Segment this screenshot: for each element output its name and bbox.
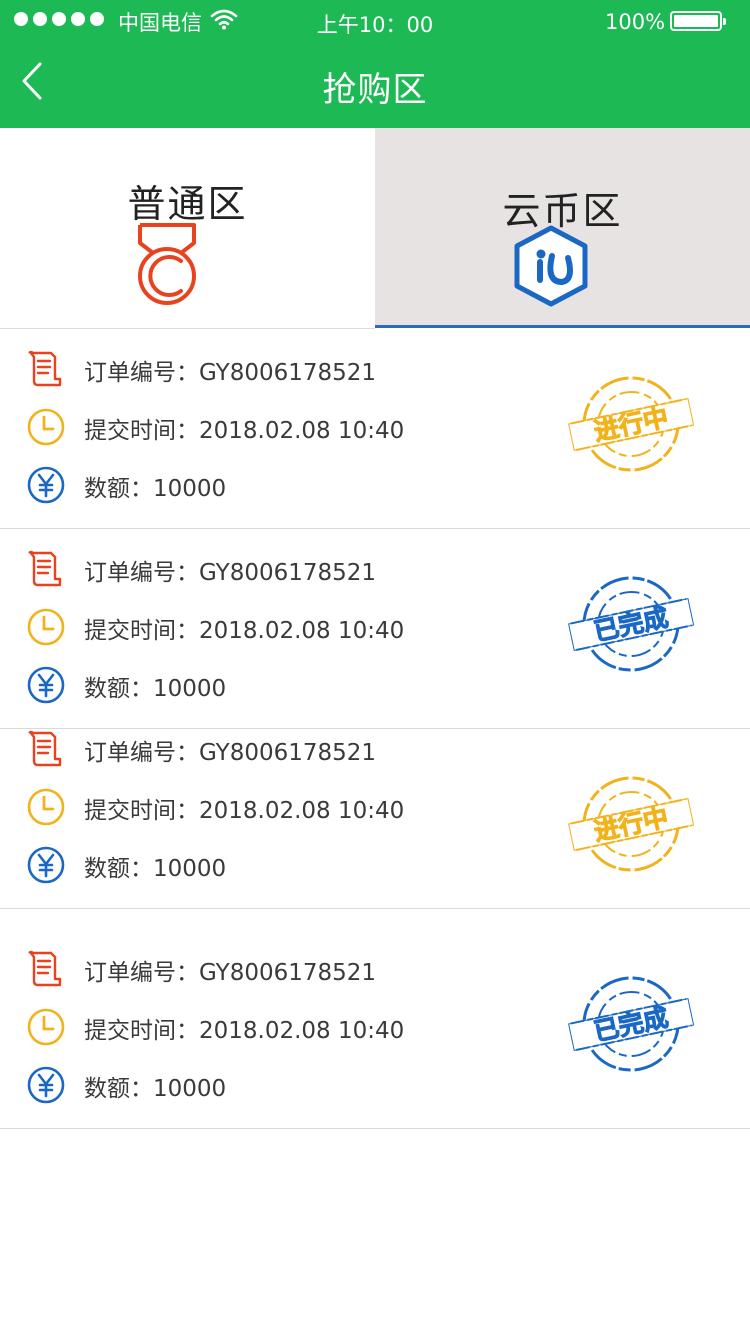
yen-icon bbox=[27, 466, 65, 504]
medal-icon bbox=[138, 223, 196, 305]
amount: 数额：10000 bbox=[84, 676, 227, 702]
order-number: 订单编号：GY8006178521 bbox=[84, 960, 377, 986]
order-number: 订单编号：GY8006178521 bbox=[84, 360, 377, 386]
order-number: 订单编号：GY8006178521 bbox=[84, 560, 377, 586]
receipt-icon bbox=[28, 550, 62, 587]
order-card[interactable]: 订单编号：GY8006178521 提交时间：2018.02.08 10:40 … bbox=[0, 329, 750, 529]
tab-coin-zone[interactable]: 云币区 bbox=[375, 128, 750, 328]
status-stamp: 已完成 bbox=[568, 576, 695, 672]
order-number-row: 订单编号：GY8006178521 bbox=[0, 349, 600, 389]
receipt-icon bbox=[28, 730, 62, 767]
submit-time-row: 提交时间：2018.02.08 10:40 bbox=[0, 407, 600, 447]
status-bar: 中国电信 上午10：00 100% bbox=[0, 0, 750, 44]
status-label: 已完成 bbox=[591, 1003, 670, 1047]
order-number-row: 订单编号：GY8006178521 bbox=[0, 949, 600, 989]
yen-icon bbox=[27, 1066, 65, 1104]
clock-icon bbox=[27, 788, 65, 826]
order-card[interactable]: 订单编号：GY8006178521 提交时间：2018.02.08 10:40 … bbox=[0, 529, 750, 729]
status-stamp: 进行中 bbox=[568, 376, 695, 472]
clock-icon bbox=[27, 408, 65, 446]
receipt-icon bbox=[28, 350, 62, 387]
battery-icon bbox=[670, 11, 726, 31]
submit-time: 提交时间：2018.02.08 10:40 bbox=[84, 618, 405, 644]
zone-tabs: 普通区 云币区 bbox=[0, 128, 750, 328]
status-label: 已完成 bbox=[591, 603, 670, 647]
page-title: 抢购区 bbox=[322, 70, 428, 110]
yen-icon bbox=[27, 666, 65, 704]
submit-time: 提交时间：2018.02.08 10:40 bbox=[84, 798, 405, 824]
amount-row: 数额：10000 bbox=[0, 845, 600, 885]
amount-row: 数额：10000 bbox=[0, 1065, 600, 1105]
clock-icon bbox=[27, 1008, 65, 1046]
order-number-row: 订单编号：GY8006178521 bbox=[0, 729, 600, 769]
amount-row: 数额：10000 bbox=[0, 465, 600, 505]
status-stamp: 进行中 bbox=[568, 776, 695, 872]
status-label: 进行中 bbox=[591, 803, 670, 847]
order-number-row: 订单编号：GY8006178521 bbox=[0, 549, 600, 589]
clock-icon bbox=[27, 608, 65, 646]
submit-time: 提交时间：2018.02.08 10:40 bbox=[84, 1018, 405, 1044]
app-header: 中国电信 上午10：00 100% 抢购区 bbox=[0, 0, 750, 128]
submit-time-row: 提交时间：2018.02.08 10:40 bbox=[0, 787, 600, 827]
submit-time: 提交时间：2018.02.08 10:40 bbox=[84, 418, 405, 444]
hexagon-logo-icon bbox=[514, 225, 588, 307]
receipt-icon bbox=[28, 950, 62, 987]
submit-time-row: 提交时间：2018.02.08 10:40 bbox=[0, 1007, 600, 1047]
tab-label: 普通区 bbox=[127, 182, 248, 226]
order-card[interactable]: 订单编号：GY8006178521 提交时间：2018.02.08 10:40 … bbox=[0, 929, 750, 1129]
amount: 数额：10000 bbox=[84, 856, 227, 882]
order-card[interactable]: 订单编号：GY8006178521 提交时间：2018.02.08 10:40 … bbox=[0, 709, 750, 909]
status-stamp: 已完成 bbox=[568, 976, 695, 1072]
order-number: 订单编号：GY8006178521 bbox=[84, 740, 377, 766]
status-label: 进行中 bbox=[591, 403, 670, 447]
yen-icon bbox=[27, 846, 65, 884]
submit-time-row: 提交时间：2018.02.08 10:40 bbox=[0, 607, 600, 647]
battery-percent: 100% bbox=[605, 10, 666, 34]
amount: 数额：10000 bbox=[84, 1076, 227, 1102]
amount-row: 数额：10000 bbox=[0, 665, 600, 705]
amount: 数额：10000 bbox=[84, 476, 227, 502]
tab-normal-zone[interactable]: 普通区 bbox=[0, 128, 375, 328]
